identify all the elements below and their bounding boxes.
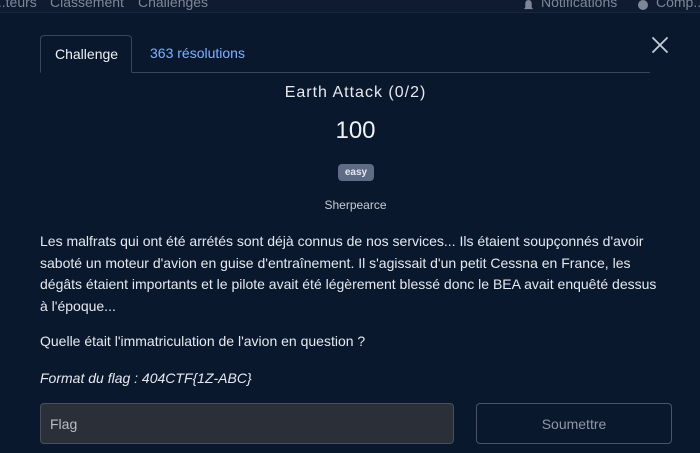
challenge-question: Quelle était l'immatriculation de l'avio…	[40, 333, 366, 349]
challenge-title: Earth Attack (0/2)	[284, 84, 427, 101]
tab-challenge[interactable]: Challenge	[40, 35, 132, 73]
bell-icon[interactable]	[523, 0, 534, 11]
flag-input[interactable]	[40, 403, 454, 444]
challenge-author: Sherpearce	[324, 198, 387, 212]
challenge-description: Les malfrats qui ont été arrétés sont dé…	[40, 233, 657, 314]
flag-format: Format du flag : 404CTF{1Z-ABC}	[40, 370, 252, 386]
difficulty-badge: easy	[338, 164, 374, 181]
nav-notifications[interactable]: Notifications	[541, 0, 617, 10]
tab-resolutions[interactable]: 363 résolutions	[136, 35, 259, 72]
challenge-points: 100	[335, 117, 376, 144]
submit-button[interactable]: Soumettre	[476, 403, 672, 444]
challenge-modal: Challenge 363 résolutions Earth Attack (…	[0, 12, 700, 453]
user-icon[interactable]	[637, 0, 649, 10]
nav-item-contributors[interactable]: ...teurs	[0, 0, 37, 10]
nav-item-challenges[interactable]: Challenges	[138, 0, 208, 10]
top-navbar: ...teurs Classement Challenges Notificat…	[0, 0, 700, 12]
close-icon[interactable]	[651, 36, 669, 54]
nav-account[interactable]: Comp...	[656, 0, 700, 10]
nav-item-ranking[interactable]: Classement	[50, 0, 124, 10]
tab-bar: Challenge 363 résolutions	[40, 35, 650, 73]
